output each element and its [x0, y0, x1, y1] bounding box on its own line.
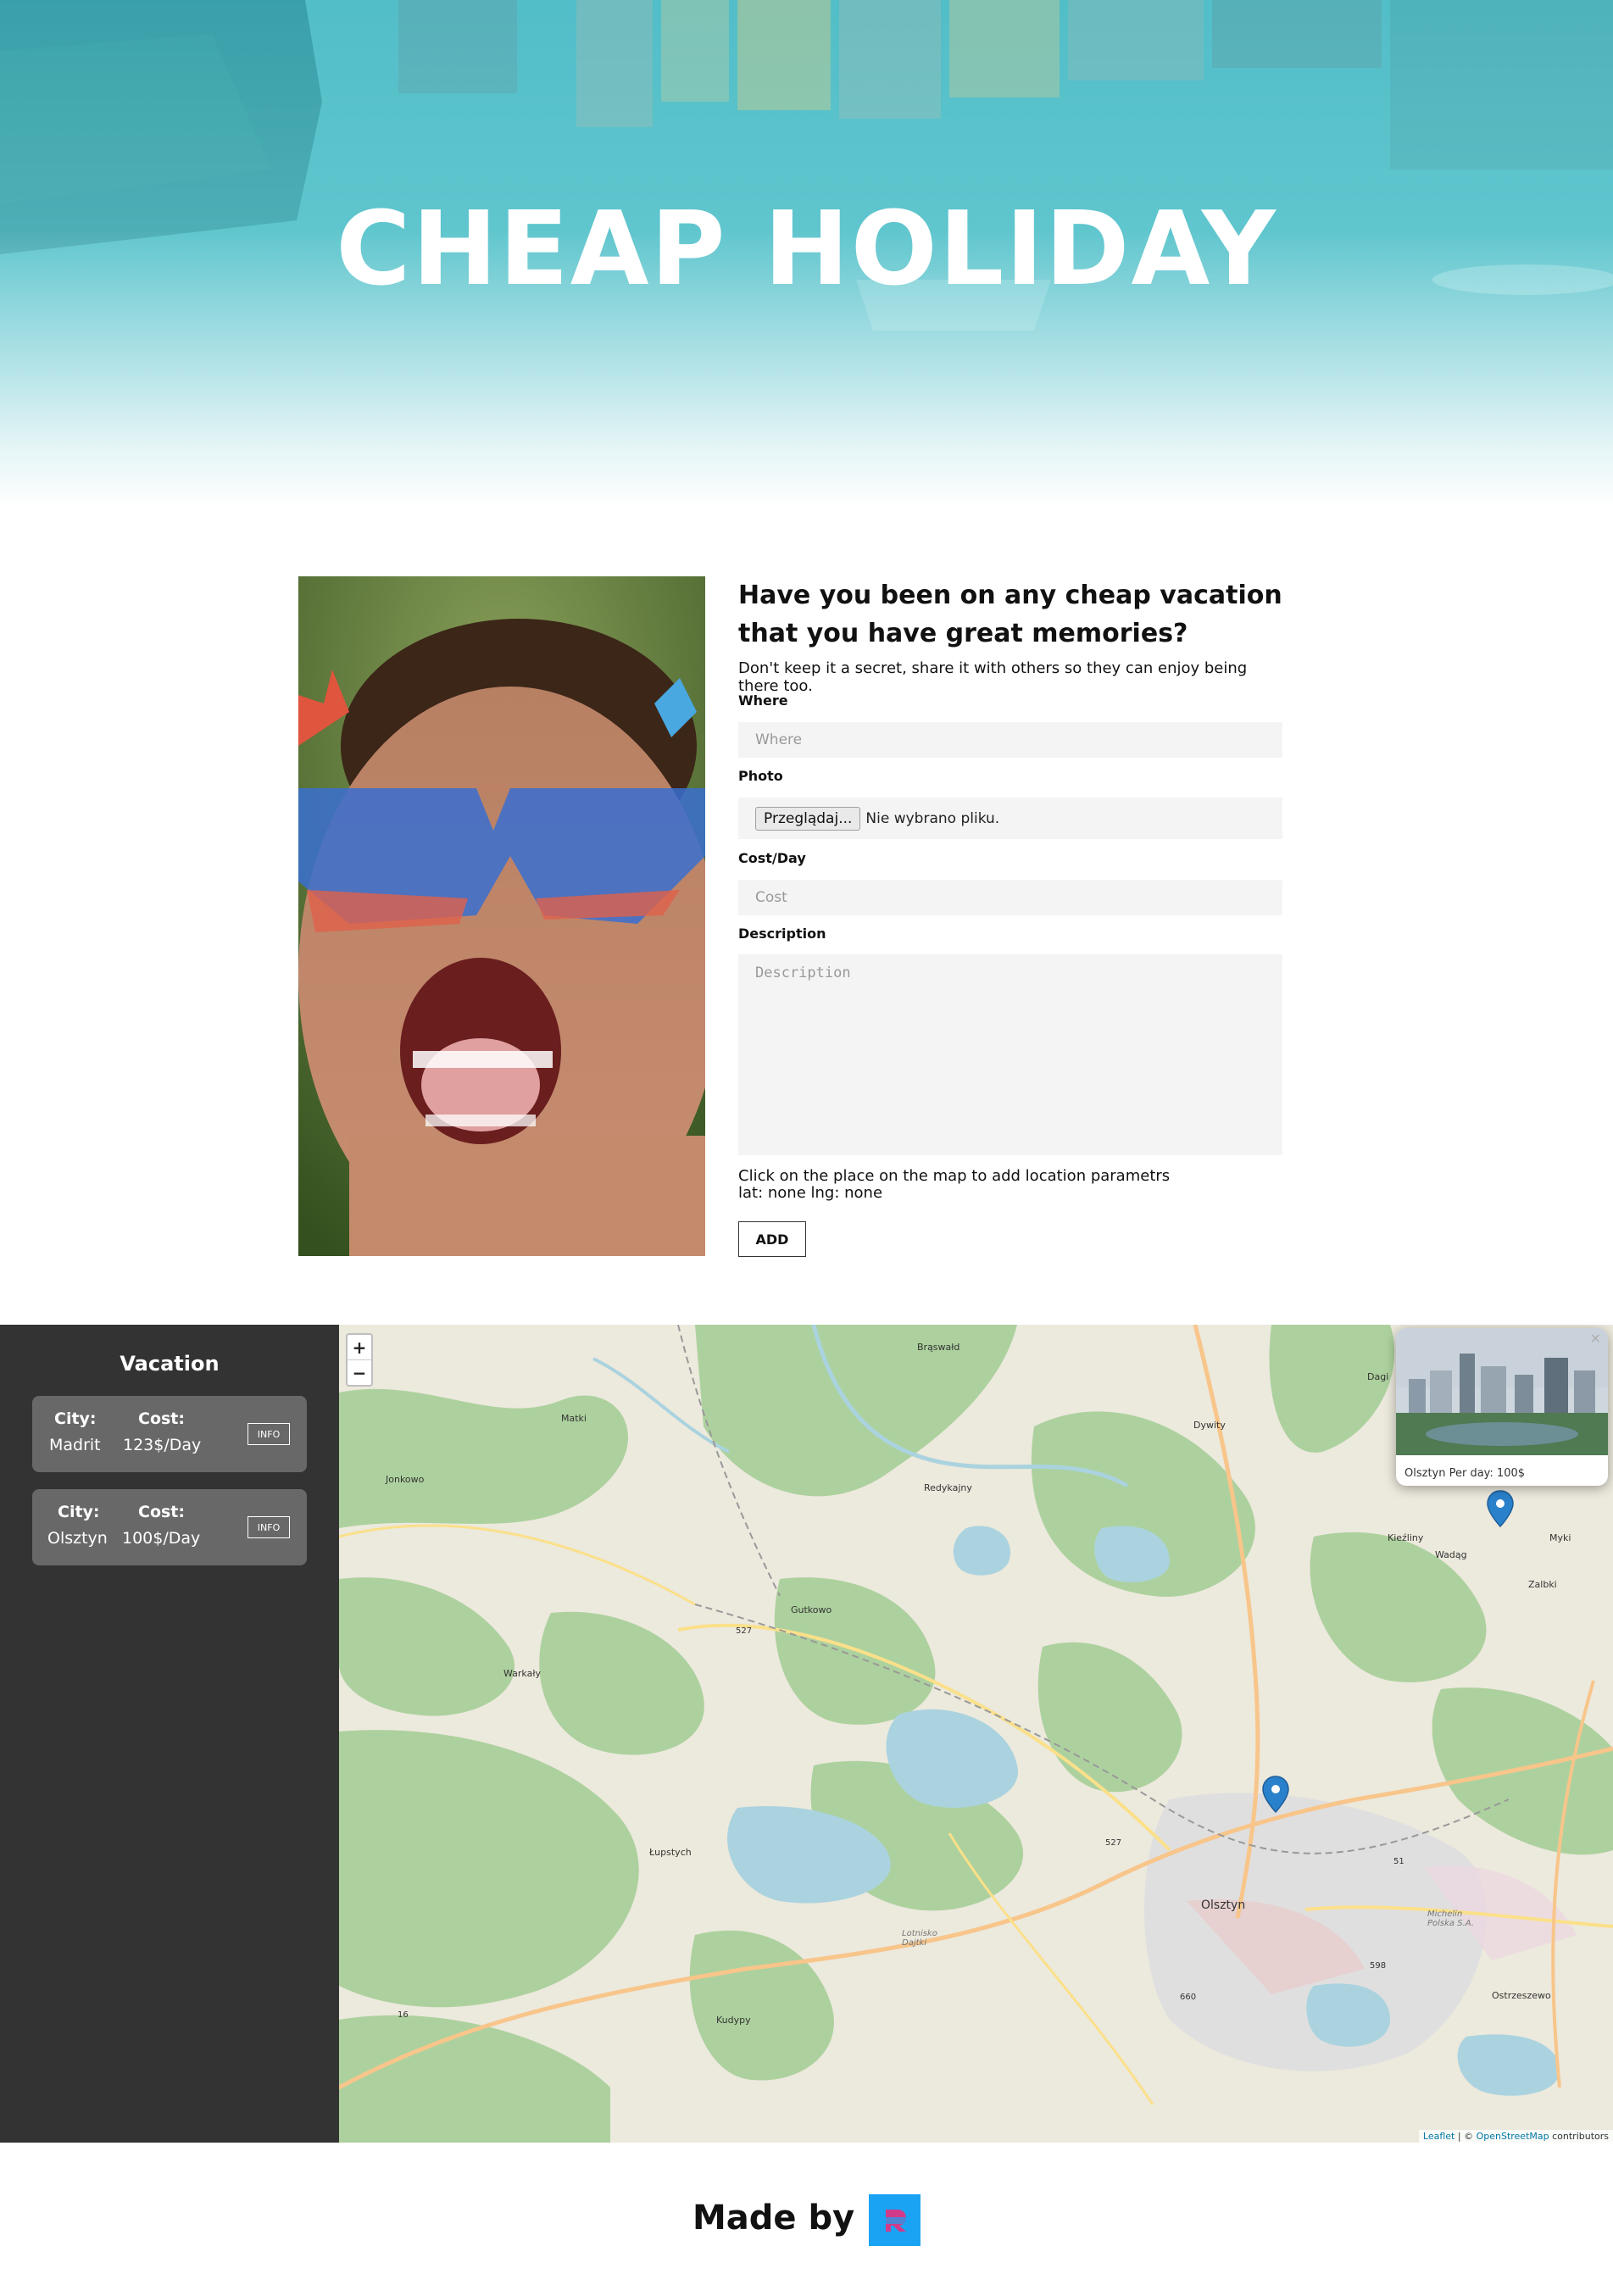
form-heading: Have you been on any cheap vacation that… — [738, 581, 1282, 648]
coordinates-text: lat: none lng: none — [738, 1184, 883, 1202]
osm-link[interactable]: OpenStreetMap — [1477, 2131, 1549, 2142]
photo-label: Photo — [738, 768, 783, 784]
map-label: Dagi — [1367, 1371, 1389, 1382]
map-label: Brąswałd — [917, 1342, 960, 1353]
description-placeholder: Description — [755, 965, 851, 981]
road-number: 16 — [398, 2010, 409, 2020]
cost-input[interactable]: Cost — [738, 880, 1282, 915]
info-button[interactable]: INFO — [248, 1423, 290, 1445]
description-label: Description — [738, 926, 826, 942]
zoom-control: + − — [346, 1333, 373, 1387]
hero-title: CHEAP HOLIDAY — [336, 191, 1277, 309]
popup-text: Olsztyn Per day: 100$ — [1404, 1467, 1526, 1480]
file-status: Nie wybrano pliku. — [865, 809, 1000, 827]
city-header: City: — [58, 1503, 100, 1521]
road-number: 527 — [736, 1626, 753, 1636]
code-logo-icon — [883, 2209, 906, 2232]
map-popup: × Olsztyn Per day: 100$ — [1396, 1328, 1608, 1486]
card-city: Olsztyn — [47, 1529, 108, 1548]
vacation-card[interactable]: City: Cost: Madrit 123$/Day INFO — [32, 1396, 307, 1472]
vacation-sidebar: Vacation City: Cost: Madrit 123$/Day INF… — [0, 1325, 339, 2143]
popup-close-icon[interactable]: × — [1590, 1330, 1601, 1346]
leaflet-map[interactable]: Brąswałd Dagi Dywity Matki Jonkowo Redyk… — [339, 1325, 1613, 2143]
city-header: City: — [54, 1409, 97, 1428]
map-label: Olsztyn — [1201, 1899, 1246, 1912]
cost-placeholder: Cost — [755, 889, 787, 906]
road-number: 527 — [1105, 1838, 1122, 1848]
attribution-separator: | © — [1454, 2131, 1477, 2142]
form-lead-text: Don't keep it a secret, share it with ot… — [738, 659, 1248, 695]
popup-city-photo — [1396, 1328, 1608, 1455]
road-number: 598 — [1370, 1961, 1387, 1971]
map-label: Matki — [561, 1413, 587, 1424]
map-label: Jonkowo — [386, 1474, 425, 1485]
cost-header: Cost: — [138, 1503, 185, 1521]
map-label: Dywity — [1193, 1420, 1226, 1431]
card-cost: 100$/Day — [122, 1529, 201, 1548]
attribution-tail: contributors — [1549, 2131, 1609, 2142]
card-cost: 123$/Day — [123, 1436, 202, 1454]
sidebar-title: Vacation — [120, 1352, 220, 1376]
map-label: Zalbki — [1528, 1579, 1557, 1590]
browse-button[interactable]: Przeglądaj... — [755, 806, 861, 831]
map-label: Redykajny — [924, 1482, 972, 1493]
map-label: Łupstych — [649, 1847, 692, 1858]
photo-illustration — [298, 576, 705, 1256]
info-button[interactable]: INFO — [248, 1516, 290, 1538]
map-label: Lotnisko Dajtki — [902, 1929, 937, 1948]
photo-file-input[interactable]: Przeglądaj... Nie wybrano pliku. — [738, 798, 1282, 839]
road-number: 660 — [1180, 1993, 1197, 2002]
map-hint: Click on the place on the map to add loc… — [738, 1167, 1171, 1185]
description-textarea[interactable]: Description — [738, 954, 1282, 1155]
map-label: Gutkowo — [791, 1604, 832, 1615]
road-number: 51 — [1393, 1857, 1404, 1866]
where-label: Where — [738, 692, 788, 709]
map-label: Kieźliny — [1388, 1532, 1424, 1543]
map-label: Kudypy — [716, 2015, 751, 2026]
map-label: Michelin Polska S.A. — [1427, 1910, 1474, 1928]
add-button[interactable]: ADD — [738, 1221, 806, 1257]
card-city: Madrit — [49, 1436, 101, 1454]
where-input[interactable]: Where — [738, 722, 1282, 758]
zoom-out-button[interactable]: − — [348, 1359, 371, 1385]
where-placeholder: Where — [755, 731, 803, 748]
share-vacation-form: Have you been on any cheap vacation that… — [738, 576, 1282, 1257]
map-label: Wadąg — [1435, 1549, 1467, 1560]
vacation-card[interactable]: City: Cost: Olsztyn 100$/Day INFO — [32, 1489, 307, 1565]
map-label: Myki — [1549, 1532, 1571, 1543]
leaflet-link[interactable]: Leaflet — [1423, 2131, 1454, 2142]
map-label: Warkały — [503, 1668, 541, 1679]
map-label: Ostrzeszewo — [1492, 1990, 1551, 2001]
cost-header: Cost: — [138, 1409, 185, 1428]
map-attribution: Leaflet | © OpenStreetMap contributors — [1418, 2130, 1613, 2143]
zoom-in-button[interactable]: + — [348, 1335, 371, 1359]
made-by-text: Made by — [692, 2199, 855, 2238]
kid-photo — [298, 576, 705, 1256]
cost-label: Cost/Day — [738, 850, 806, 866]
hero-banner: CHEAP HOLIDAY — [0, 0, 1613, 509]
author-logo[interactable] — [869, 2194, 921, 2246]
